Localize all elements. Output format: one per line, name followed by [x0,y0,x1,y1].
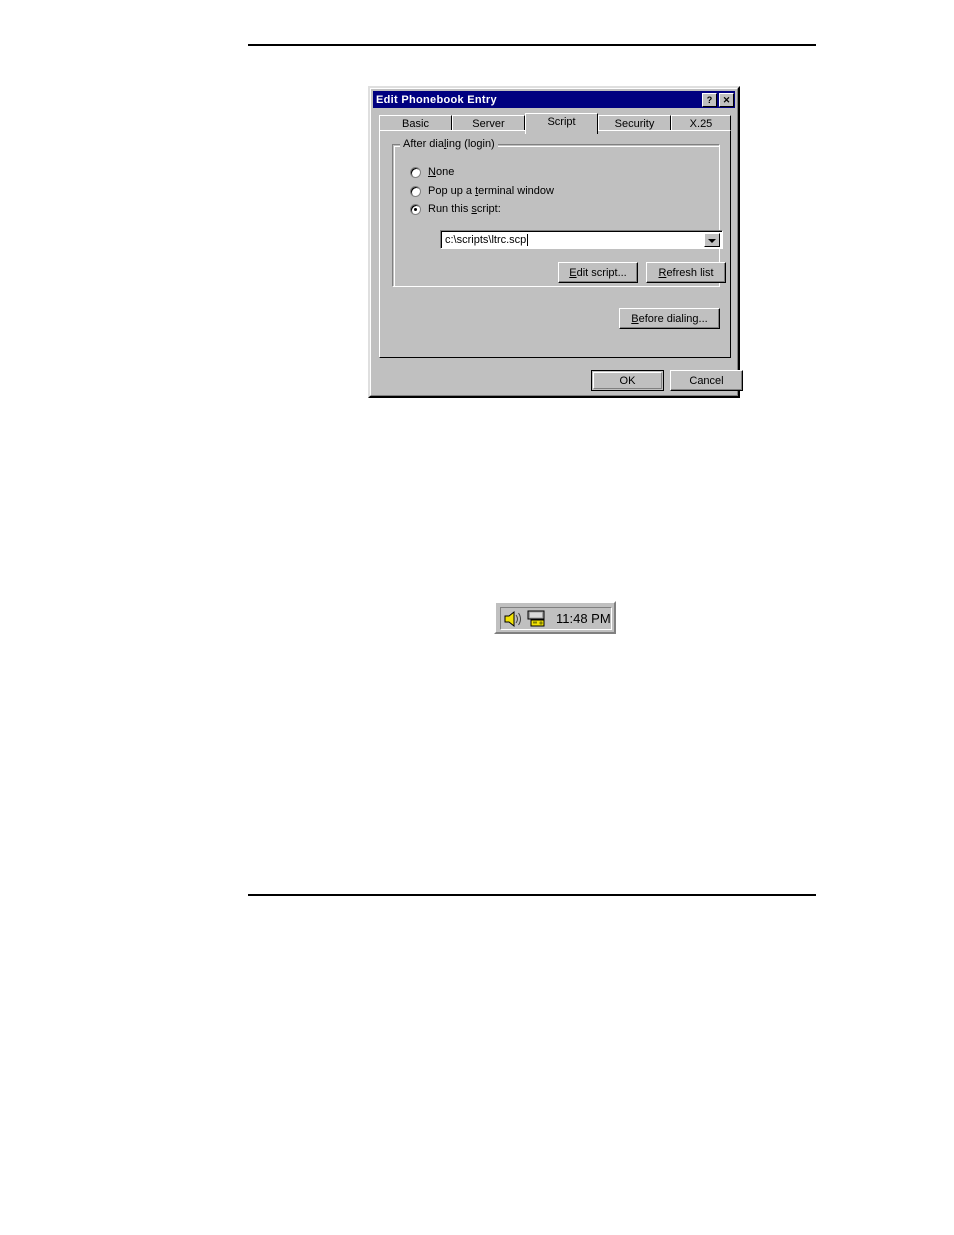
ok-button[interactable]: OK [591,370,664,391]
refresh-list-button-label: Refresh list [658,266,714,279]
page-rule-top [248,44,816,46]
radio-popup-terminal-window-label: Pop up a terminal window [428,185,554,197]
system-tray: 11:48 PM [494,601,616,634]
dialog-title: Edit Phonebook Entry [376,93,497,106]
tab-script[interactable]: Script [525,113,598,134]
dialup-networking-icon[interactable] [524,610,546,628]
after-dialing-groupbox: After dialing (login) None Pop up a term… [392,138,726,287]
ok-button-label: OK [619,374,636,387]
titlebar-buttons: ? ✕ [702,92,734,107]
radio-popup-terminal-window[interactable]: Pop up a terminal window [410,185,554,197]
radio-run-this-script[interactable]: Run this script: [410,203,501,215]
radio-none-label: None [428,166,455,178]
speaker-icon-svg [504,610,521,627]
close-button[interactable]: ✕ [719,92,734,107]
chevron-down-icon[interactable] [704,233,720,247]
cancel-button-label: Cancel [689,374,724,387]
edit-script-button[interactable]: Edit script... [558,262,638,283]
edit-script-button-label: Edit script... [569,266,627,279]
edit-phonebook-entry-dialog: Edit Phonebook Entry ? ✕ Basic Server Sc… [368,86,743,398]
script-tab-panel: After dialing (login) None Pop up a term… [379,130,731,358]
radio-run-this-script-label: Run this script: [428,203,501,215]
before-dialing-button-label: Before dialing... [631,312,708,325]
radio-none-mark [410,166,421,178]
refresh-list-button[interactable]: Refresh list [646,262,726,283]
dialog-titlebar[interactable]: Edit Phonebook Entry ? ✕ [373,91,735,108]
script-path-combobox[interactable]: c:\scripts\ltrc.scp [440,230,723,249]
text-caret [527,233,529,246]
cancel-button[interactable]: Cancel [670,370,743,391]
page-rule-bottom [248,894,816,896]
after-dialing-groupbox-label: After dialing (login) [400,138,498,150]
tray-clock[interactable]: 11:48 PM [556,611,611,626]
before-dialing-button[interactable]: Before dialing... [619,308,720,329]
script-path-input[interactable]: c:\scripts\ltrc.scp [441,234,526,246]
dialup-networking-icon-svg [527,610,545,626]
radio-none[interactable]: None [410,166,454,178]
speaker-icon[interactable] [503,610,523,628]
tray-icon-group [503,610,546,628]
radio-run-this-script-mark [410,203,421,215]
system-tray-inner: 11:48 PM [500,607,612,630]
radio-popup-terminal-window-mark [410,185,421,197]
help-button[interactable]: ? [702,92,717,107]
